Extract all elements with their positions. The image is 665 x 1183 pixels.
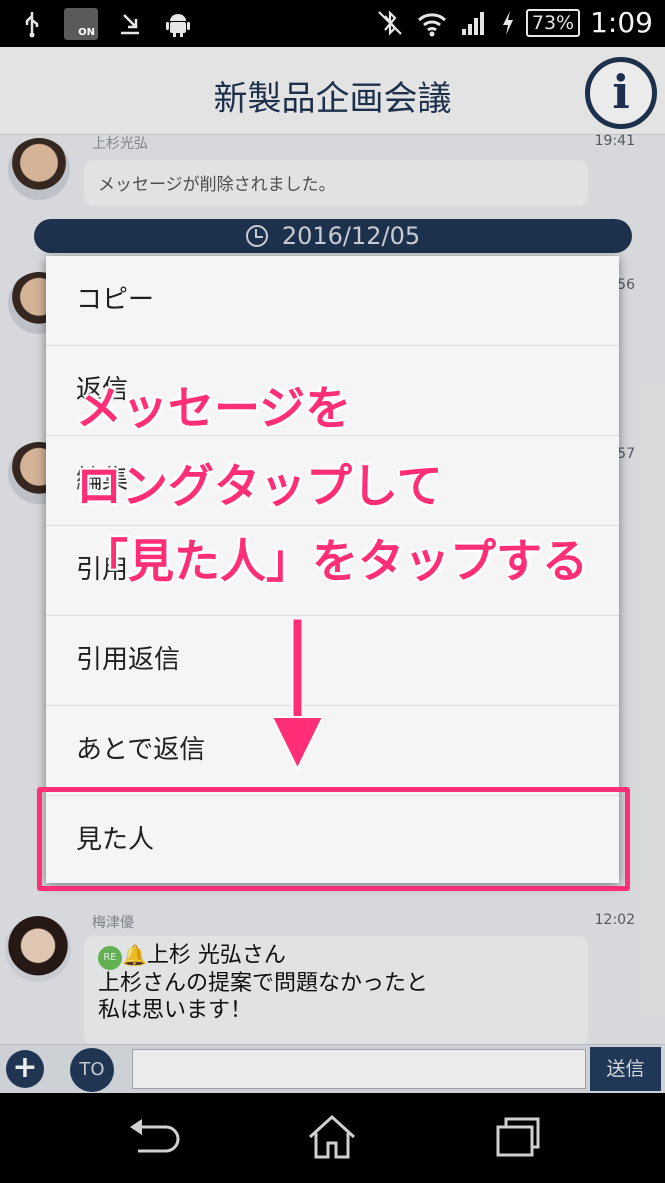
signal-icon: [458, 8, 490, 38]
usb-icon: [16, 9, 48, 39]
android-icon: [162, 9, 194, 39]
battery-indicator: 73%: [525, 8, 581, 37]
wifi-icon: [416, 8, 448, 38]
highlight-box: [37, 787, 630, 891]
bluetooth-muted-icon: [374, 8, 406, 38]
app-screen: 新製品企画会議 i 上杉光弘 19:41 メッセージが削除されました。 2016…: [0, 47, 665, 1093]
annotation-arrow-icon: [270, 618, 325, 772]
navigation-bar: [0, 1093, 665, 1183]
status-bar: ON 73% 1:09: [0, 0, 665, 47]
back-icon[interactable]: [122, 1113, 182, 1161]
recent-apps-icon[interactable]: [488, 1113, 548, 1161]
home-icon[interactable]: [302, 1113, 362, 1161]
nfc-icon: ON: [64, 8, 98, 40]
download-icon: [114, 9, 146, 39]
clock: 1:09: [590, 6, 653, 39]
charging-icon: [500, 8, 516, 38]
